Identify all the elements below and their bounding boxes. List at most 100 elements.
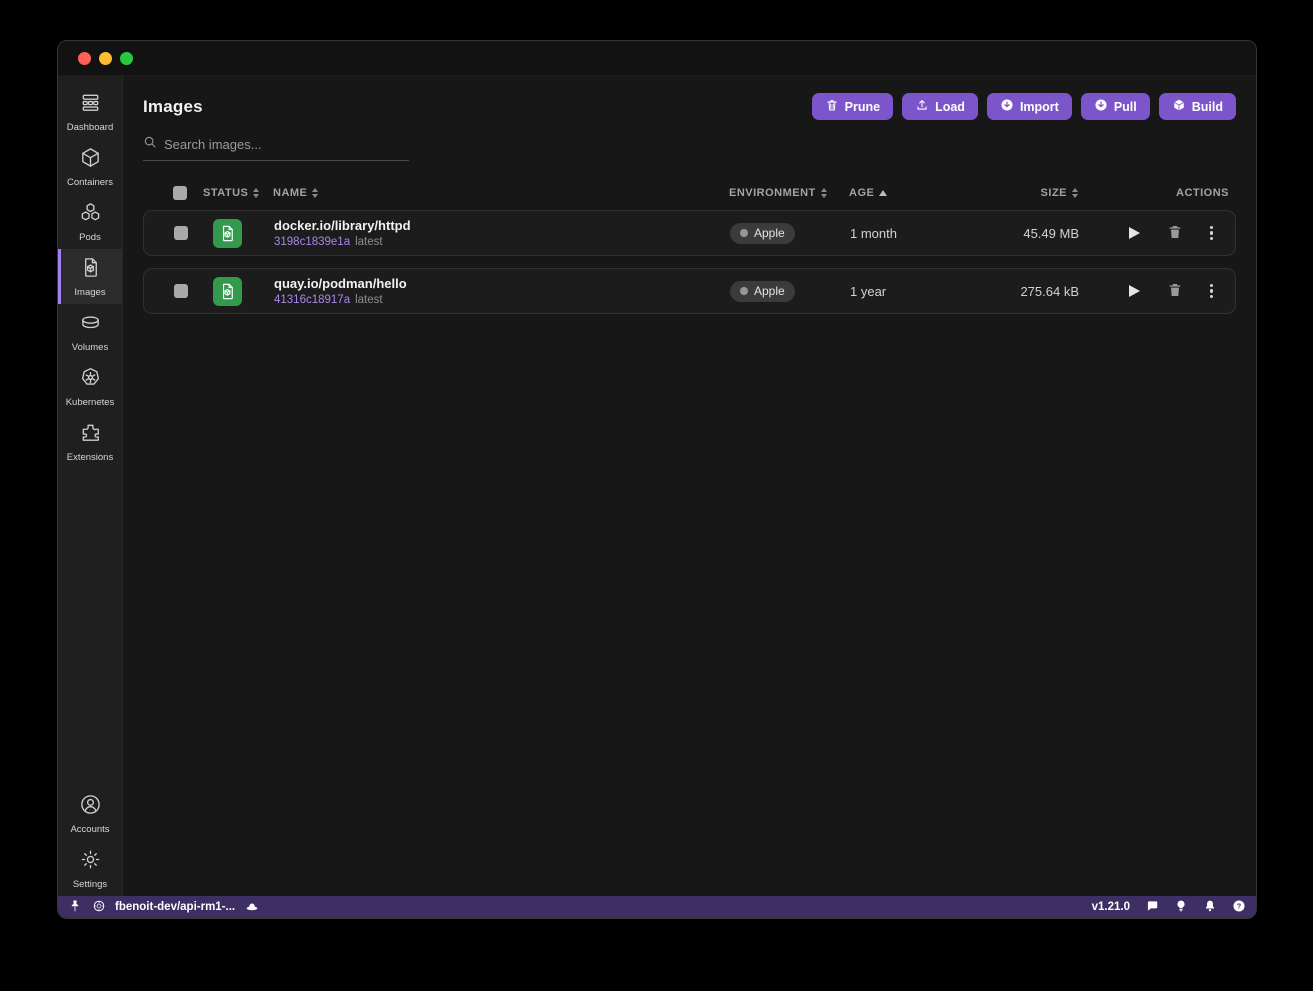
sidebar-item-label: Kubernetes — [66, 397, 115, 408]
traffic-lights — [78, 52, 133, 65]
app-version: v1.21.0 — [1092, 901, 1130, 913]
arrow-down-circle-icon — [1094, 98, 1108, 115]
image-status-icon — [213, 219, 242, 248]
podman-hat-icon — [245, 899, 259, 916]
play-icon — [1129, 227, 1140, 239]
help-button[interactable]: ? — [1232, 899, 1246, 916]
sidebar-item-settings[interactable]: Settings — [58, 841, 122, 896]
feedback-button[interactable] — [1145, 899, 1159, 916]
sidebar-item-containers[interactable]: Containers — [58, 139, 122, 194]
image-name: docker.io/library/httpd — [274, 218, 730, 233]
provider-logo-icon — [92, 899, 106, 916]
cube-icon — [1172, 98, 1186, 115]
pin-button[interactable] — [68, 899, 82, 916]
prune-button[interactable]: Prune — [812, 93, 893, 120]
column-header-name[interactable]: NAME — [273, 187, 729, 199]
sidebar-item-pods[interactable]: Pods — [58, 194, 122, 249]
notifications-button[interactable] — [1203, 899, 1217, 916]
titlebar — [58, 41, 1256, 76]
kebab-menu-icon — [1210, 284, 1213, 299]
environment-badge: Apple — [730, 281, 795, 302]
sort-ascending-icon — [879, 190, 887, 196]
sidebar-item-images[interactable]: Images — [58, 249, 122, 304]
lightbulb-icon — [1174, 899, 1188, 916]
sidebar-item-dashboard[interactable]: Dashboard — [58, 84, 122, 139]
table-header: STATUS NAME ENVIRONMENT AGE SIZE — [143, 185, 1236, 201]
app-window: Dashboard Containers Pods Images Volumes… — [57, 40, 1257, 919]
sidebar-item-kubernetes[interactable]: Kubernetes — [58, 359, 122, 414]
machine-connection[interactable]: fbenoit-dev/api-rm1-... — [92, 899, 235, 916]
trash-icon — [1167, 224, 1183, 243]
column-header-age[interactable]: AGE — [849, 187, 959, 199]
image-name: quay.io/podman/hello — [274, 276, 730, 291]
image-list: docker.io/library/httpd 3198c1839e1a lat… — [143, 210, 1236, 314]
environment-badge: Apple — [730, 223, 795, 244]
sidebar-item-accounts[interactable]: Accounts — [58, 786, 122, 841]
maximize-window-button[interactable] — [120, 52, 133, 65]
accounts-icon — [79, 793, 102, 821]
image-age: 1 month — [850, 226, 960, 241]
table-row[interactable]: quay.io/podman/hello 41316c18917a latest… — [143, 268, 1236, 314]
bell-icon — [1203, 899, 1217, 916]
import-button[interactable]: Import — [987, 93, 1072, 120]
delete-image-button[interactable] — [1165, 222, 1185, 245]
page-title: Images — [143, 97, 203, 117]
kebab-menu-icon — [1210, 226, 1213, 241]
image-size: 275.64 kB — [960, 284, 1079, 299]
search-bar — [143, 135, 409, 161]
sort-icon — [253, 188, 259, 198]
sidebar-item-label: Images — [74, 287, 105, 298]
row-actions — [1079, 222, 1235, 245]
table-row[interactable]: docker.io/library/httpd 3198c1839e1a lat… — [143, 210, 1236, 256]
row-checkbox[interactable] — [174, 284, 188, 298]
sidebar-item-label: Extensions — [67, 452, 113, 463]
extensions-icon — [79, 421, 102, 449]
chat-icon — [1145, 899, 1159, 916]
close-window-button[interactable] — [78, 52, 91, 65]
arrow-down-circle-icon — [1000, 98, 1014, 115]
statusbar: fbenoit-dev/api-rm1-... v1.21.0 ? — [58, 896, 1256, 918]
volumes-icon — [79, 311, 102, 339]
environment-dot-icon — [740, 287, 748, 295]
image-age: 1 year — [850, 284, 960, 299]
tips-button[interactable] — [1174, 899, 1188, 916]
pull-button[interactable]: Pull — [1081, 93, 1150, 120]
column-header-environment[interactable]: ENVIRONMENT — [729, 187, 849, 199]
images-icon — [79, 256, 102, 284]
column-header-status[interactable]: STATUS — [203, 187, 259, 199]
select-all-checkbox[interactable] — [173, 186, 187, 200]
svg-text:?: ? — [1237, 901, 1242, 910]
environment-dot-icon — [740, 229, 748, 237]
trash-icon — [1167, 282, 1183, 301]
question-icon: ? — [1232, 899, 1246, 916]
toolbar: Prune Load Import Pull — [812, 93, 1236, 120]
sidebar: Dashboard Containers Pods Images Volumes… — [58, 76, 123, 896]
column-header-size[interactable]: SIZE — [959, 187, 1078, 199]
load-button[interactable]: Load — [902, 93, 978, 120]
image-digest: 3198c1839e1a — [274, 236, 350, 248]
row-menu-button[interactable] — [1208, 224, 1215, 243]
pods-icon — [79, 201, 102, 229]
sidebar-item-volumes[interactable]: Volumes — [58, 304, 122, 359]
search-input[interactable] — [164, 137, 409, 152]
row-checkbox[interactable] — [174, 226, 188, 240]
delete-image-button[interactable] — [1165, 280, 1185, 303]
row-actions — [1079, 280, 1235, 303]
kubernetes-icon — [79, 366, 102, 394]
run-image-button[interactable] — [1127, 283, 1142, 299]
run-image-button[interactable] — [1127, 225, 1142, 241]
image-size: 45.49 MB — [960, 226, 1079, 241]
settings-icon — [79, 848, 102, 876]
sidebar-item-extensions[interactable]: Extensions — [58, 414, 122, 469]
search-icon — [143, 135, 157, 154]
sidebar-item-label: Pods — [79, 232, 101, 243]
row-menu-button[interactable] — [1208, 282, 1215, 301]
image-digest: 41316c18917a — [274, 294, 350, 306]
build-button[interactable]: Build — [1159, 93, 1236, 120]
play-icon — [1129, 285, 1140, 297]
sidebar-spacer — [58, 469, 122, 786]
dashboard-icon — [79, 91, 102, 119]
main-content: Images Prune Load Import — [123, 76, 1256, 896]
upload-icon — [915, 98, 929, 115]
minimize-window-button[interactable] — [99, 52, 112, 65]
